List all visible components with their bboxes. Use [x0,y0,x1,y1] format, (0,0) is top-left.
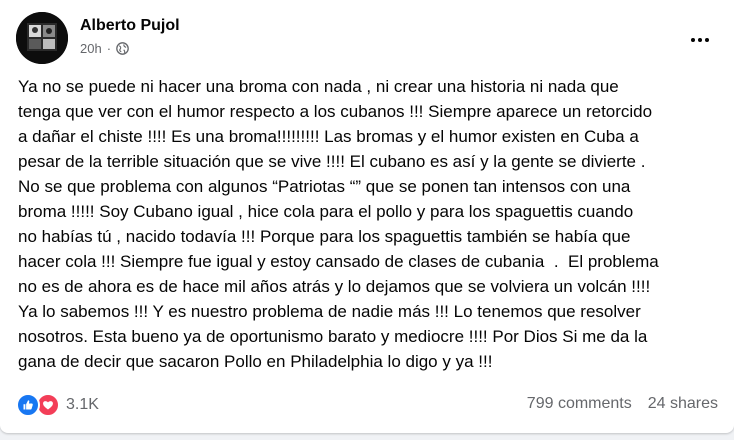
post-text-line: no es de ahora es de hace mil años atrás… [18,277,651,296]
post-text-line: gana de decir que sacaron Pollo en Phila… [18,352,493,371]
meta-separator: · [106,41,112,56]
post-text-line: a dañar el chiste !!!! Es una broma!!!!!… [18,127,639,146]
comments-count[interactable]: 799 comments [527,395,632,413]
post-text-line: no habías tú , nacido todavía !!! Porque… [18,227,631,246]
shares-count[interactable]: 24 shares [648,395,718,413]
like-reaction-icon [16,393,40,417]
post-meta: 20h · [80,41,129,56]
reactions-summary[interactable]: 3.1K [16,393,99,417]
globe-icon[interactable] [116,42,129,55]
post-footer: 3.1K 799 comments 24 shares [16,388,718,420]
post-text-line: pesar de la terrible situación que se vi… [18,152,646,171]
post-text-line: hacer cola !!! Siempre fue igual y estoy… [18,252,659,271]
post-text-line: Ya lo sabemos !!! Y es nuestro problema … [18,302,641,321]
more-options-icon[interactable] [682,22,718,58]
engagement-stats: 799 comments 24 shares [527,395,718,413]
post-timestamp[interactable]: 20h [80,41,102,56]
post-text-line: Ya no se puede ni hacer una broma con na… [18,77,619,96]
post-text-line: nosotros. Esta bueno ya de oportunismo b… [18,327,648,346]
avatar[interactable] [16,12,68,64]
author-name[interactable]: Alberto Pujol [80,17,180,35]
reaction-count[interactable]: 3.1K [66,396,99,414]
post-text-line: No se que problema con algunos “Patriota… [18,177,631,196]
post-card: Alberto Pujol 20h · Ya no se puede ni ha… [0,0,734,433]
post-text: Ya no se puede ni hacer una broma con na… [18,74,720,374]
post-text-line: broma !!!!! Soy Cubano igual , hice cola… [18,202,634,221]
post-text-line: tenga que ver con el humor respecto a lo… [18,102,653,121]
post-header: Alberto Pujol 20h · [16,12,718,64]
